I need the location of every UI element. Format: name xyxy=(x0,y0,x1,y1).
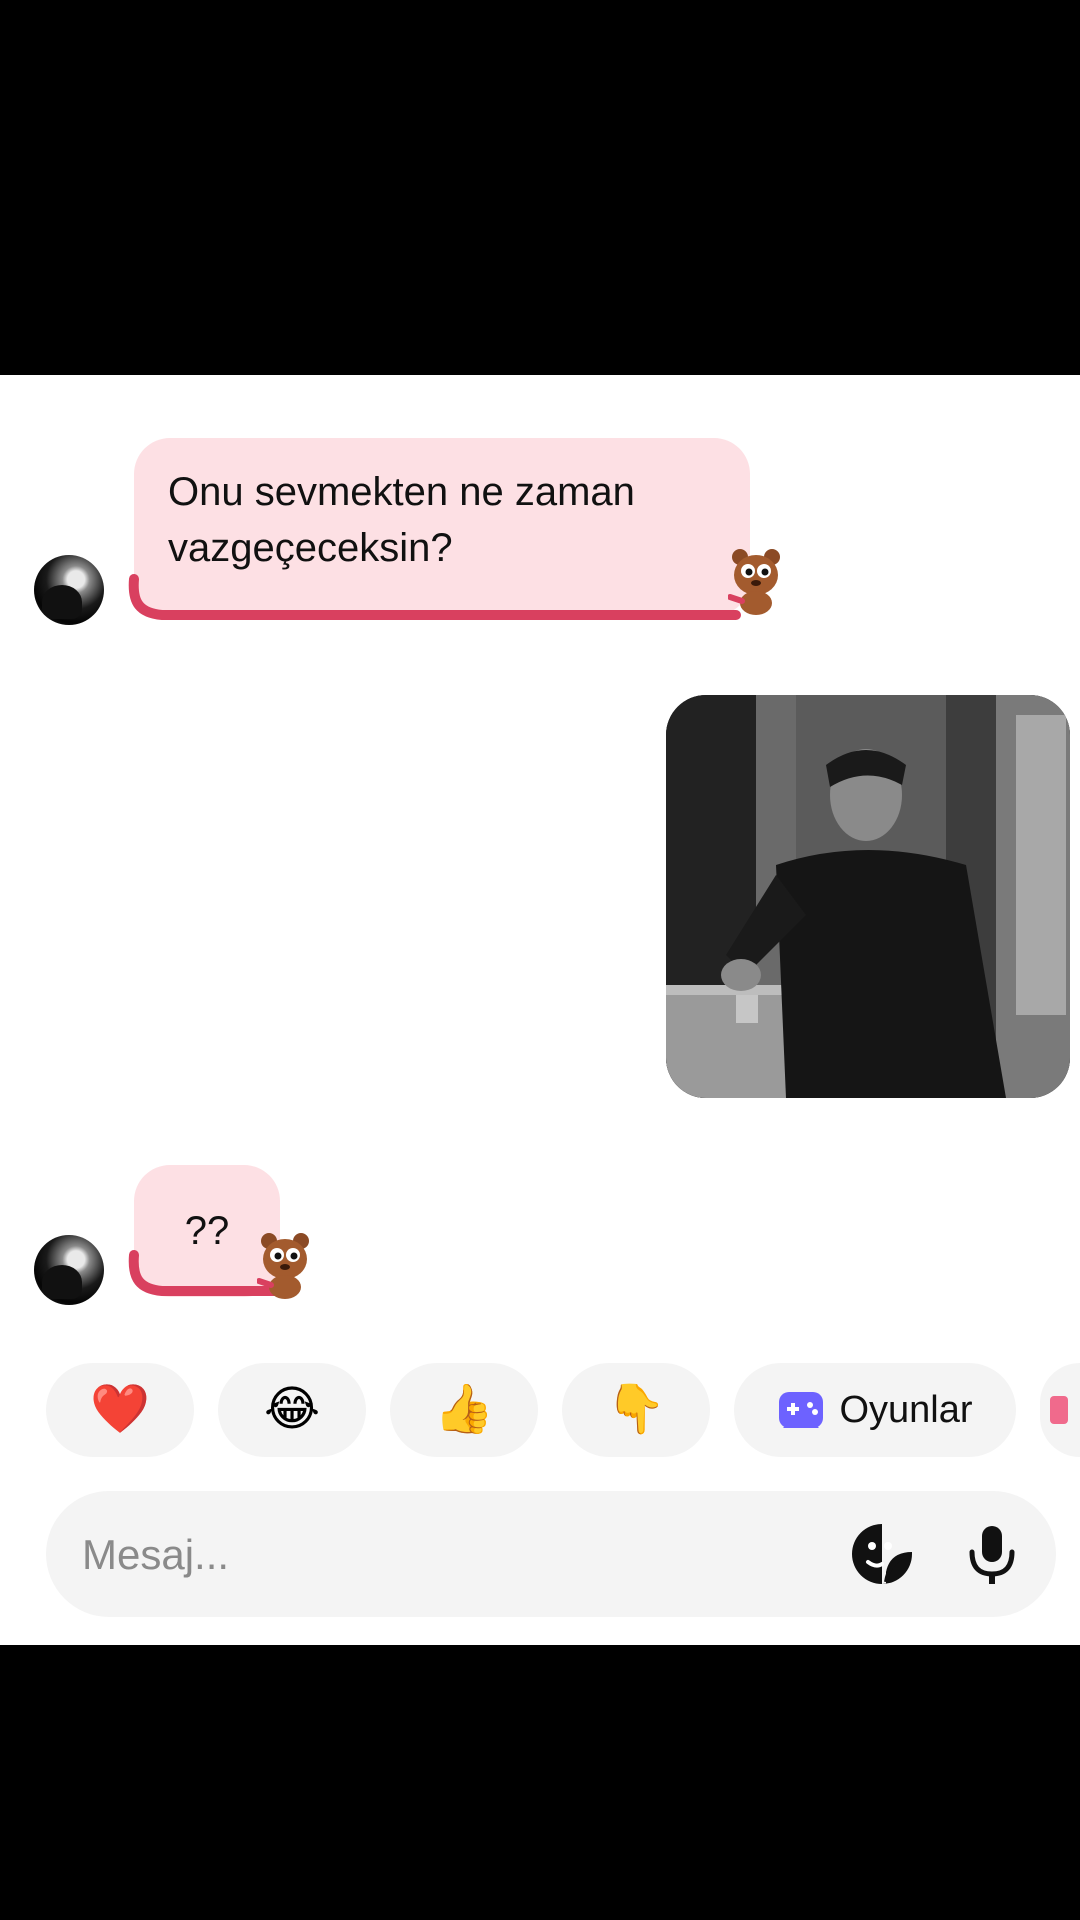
quick-reaction-pointing-down[interactable]: 👇 xyxy=(562,1363,710,1457)
message-text: ?? xyxy=(184,1209,230,1253)
message-composer xyxy=(46,1491,1056,1619)
gamepad-icon xyxy=(779,1392,824,1428)
sender-avatar[interactable] xyxy=(34,555,104,625)
photo-content xyxy=(666,695,1070,1098)
games-label: Oyunlar xyxy=(839,1388,973,1431)
quick-reaction-heart[interactable]: ❤️ xyxy=(46,1363,194,1457)
more-quick-actions-chip[interactable] xyxy=(1040,1363,1080,1457)
sender-avatar[interactable] xyxy=(34,1235,104,1305)
microphone-icon[interactable] xyxy=(960,1522,1024,1586)
pointing-down-emoji-icon: 👇 xyxy=(606,1383,666,1436)
sticker-icon[interactable] xyxy=(850,1522,914,1586)
sent-photo-message[interactable] xyxy=(666,695,1070,1098)
message-input[interactable] xyxy=(80,1491,844,1619)
heart-emoji-icon: ❤️ xyxy=(90,1383,150,1436)
top-black-band xyxy=(0,0,1080,375)
quick-reaction-laugh[interactable]: 😂 xyxy=(218,1363,366,1457)
bubble-tail-decoration xyxy=(128,574,741,620)
bear-sticker-icon xyxy=(257,1233,309,1299)
bear-sticker-icon xyxy=(728,549,780,615)
message-text-line: Onu sevmekten ne zaman xyxy=(168,470,635,514)
quick-reaction-bar: ❤️ 😂 👍 👇 Oyunlar xyxy=(0,1363,1080,1459)
bottom-black-band xyxy=(0,1645,1080,1920)
games-button[interactable]: Oyunlar xyxy=(734,1363,1016,1457)
partial-chip-icon xyxy=(1050,1396,1068,1424)
tears-of-joy-emoji-icon: 😂 xyxy=(263,1383,321,1436)
thumbs-up-emoji-icon: 👍 xyxy=(434,1383,494,1436)
quick-reaction-thumbs-up[interactable]: 👍 xyxy=(390,1363,538,1457)
chat-thread[interactable]: Onu sevmekten ne zaman vazgeçeceksin? ??… xyxy=(0,375,1080,1645)
message-text-line: vazgeçeceksin? xyxy=(168,526,453,570)
